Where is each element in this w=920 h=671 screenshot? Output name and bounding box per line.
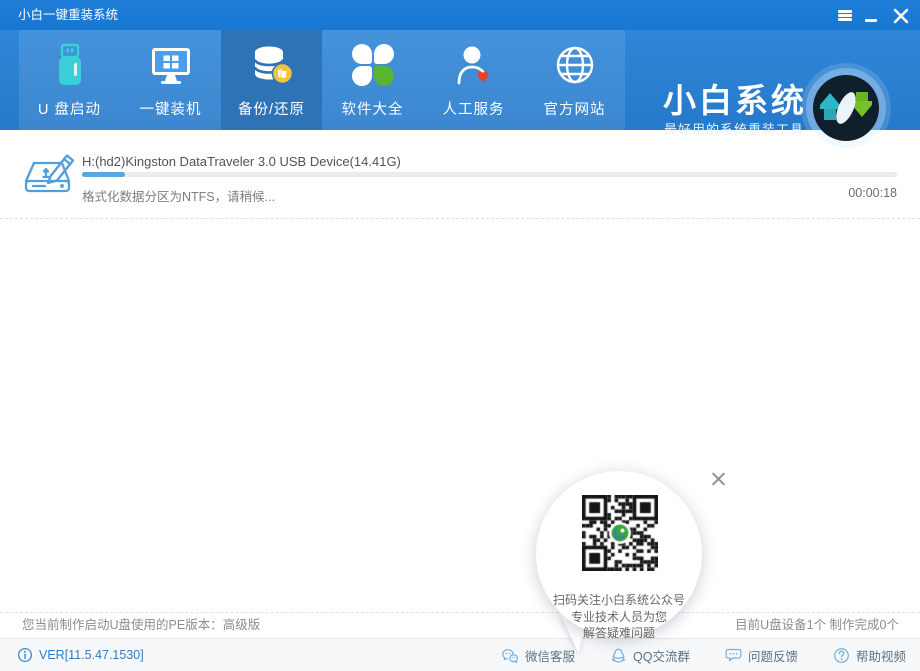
progress-bar xyxy=(82,172,897,177)
footer: VER[11.5.47.1530] 微信客服 xyxy=(0,638,920,671)
tab-backup-restore[interactable]: 备份/还原 xyxy=(221,30,322,130)
wechat-icon xyxy=(501,647,519,664)
tab-website[interactable]: 官方网站 xyxy=(524,30,625,130)
tab-label: 软件大全 xyxy=(322,98,423,119)
qr-popup-line: 专业技术人员为您 xyxy=(536,609,702,626)
support-person-icon xyxy=(451,42,497,88)
task-status: 格式化数据分区为NTFS，请稍候... xyxy=(82,186,275,205)
main-area: H:(hd2)Kingston DataTraveler 3.0 USB Dev… xyxy=(0,130,920,612)
title-bar: 小白一键重装系统 xyxy=(0,0,920,30)
qr-code xyxy=(582,495,658,571)
qq-icon xyxy=(610,647,627,664)
link-feedback[interactable]: 问题反馈 xyxy=(725,646,798,665)
brand-logo-icon xyxy=(799,61,893,155)
menu-icon[interactable] xyxy=(832,0,858,30)
qr-popup-line: 解答疑难问题 xyxy=(536,625,702,642)
footer-link-label: 问题反馈 xyxy=(748,646,798,665)
version-label: VER[11.5.47.1530] xyxy=(39,648,144,662)
progress-fill xyxy=(82,172,125,177)
tab-support[interactable]: 人工服务 xyxy=(423,30,524,130)
tab-label: U 盘启动 xyxy=(19,98,120,119)
info-icon xyxy=(17,647,33,663)
footer-links: 微信客服 QQ交流群 问题反馈 xyxy=(466,639,906,671)
header: U 盘启动 一键装机 xyxy=(0,30,920,130)
device-title: H:(hd2)Kingston DataTraveler 3.0 USB Dev… xyxy=(82,154,401,169)
tab-label: 官方网站 xyxy=(524,98,625,119)
tab-software[interactable]: 软件大全 xyxy=(322,30,423,130)
brand-slogan: 最好用的系统重装工具 xyxy=(664,119,804,138)
usb-task-row: H:(hd2)Kingston DataTraveler 3.0 USB Dev… xyxy=(0,130,920,219)
tab-label: 人工服务 xyxy=(423,98,524,119)
tab-usb-boot[interactable]: U 盘启动 xyxy=(19,30,120,130)
link-qq-group[interactable]: QQ交流群 xyxy=(610,646,690,665)
qr-popup-close-icon[interactable] xyxy=(708,468,730,490)
nav-tabs: U 盘启动 一键装机 xyxy=(19,30,625,130)
software-clover-icon xyxy=(350,42,396,88)
brand-name: 小白系统 xyxy=(663,74,807,122)
qr-popup-text: 扫码关注小白系统公众号 专业技术人员为您 解答疑难问题 xyxy=(536,592,702,642)
monitor-install-icon xyxy=(148,42,194,88)
usb-device-count: 目前U盘设备1个 制作完成0个 xyxy=(735,613,899,638)
globe-icon xyxy=(552,42,598,88)
disk-write-icon xyxy=(21,147,79,199)
tab-label: 一键装机 xyxy=(120,98,221,119)
help-icon xyxy=(833,647,850,664)
tab-label: 备份/还原 xyxy=(221,98,322,119)
pe-version-status: 您当前制作启动U盘使用的PE版本：高级版 xyxy=(22,613,260,638)
window-title: 小白一键重装系统 xyxy=(18,0,118,30)
backup-restore-icon xyxy=(249,42,295,88)
link-help-video[interactable]: 帮助视频 xyxy=(833,646,906,665)
footer-link-label: QQ交流群 xyxy=(633,646,690,665)
version-info[interactable]: VER[11.5.47.1530] xyxy=(17,639,144,671)
footer-link-label: 帮助视频 xyxy=(856,646,906,665)
task-timer: 00:00:18 xyxy=(848,186,897,200)
tab-one-click-install[interactable]: 一键装机 xyxy=(120,30,221,130)
status-bar: 您当前制作启动U盘使用的PE版本：高级版 目前U盘设备1个 制作完成0个 xyxy=(0,612,920,639)
qr-popup-line: 扫码关注小白系统公众号 xyxy=(536,592,702,609)
usb-drive-icon xyxy=(47,42,93,88)
minimize-icon[interactable] xyxy=(858,0,884,30)
feedback-icon xyxy=(725,647,742,663)
close-icon[interactable] xyxy=(888,0,914,30)
